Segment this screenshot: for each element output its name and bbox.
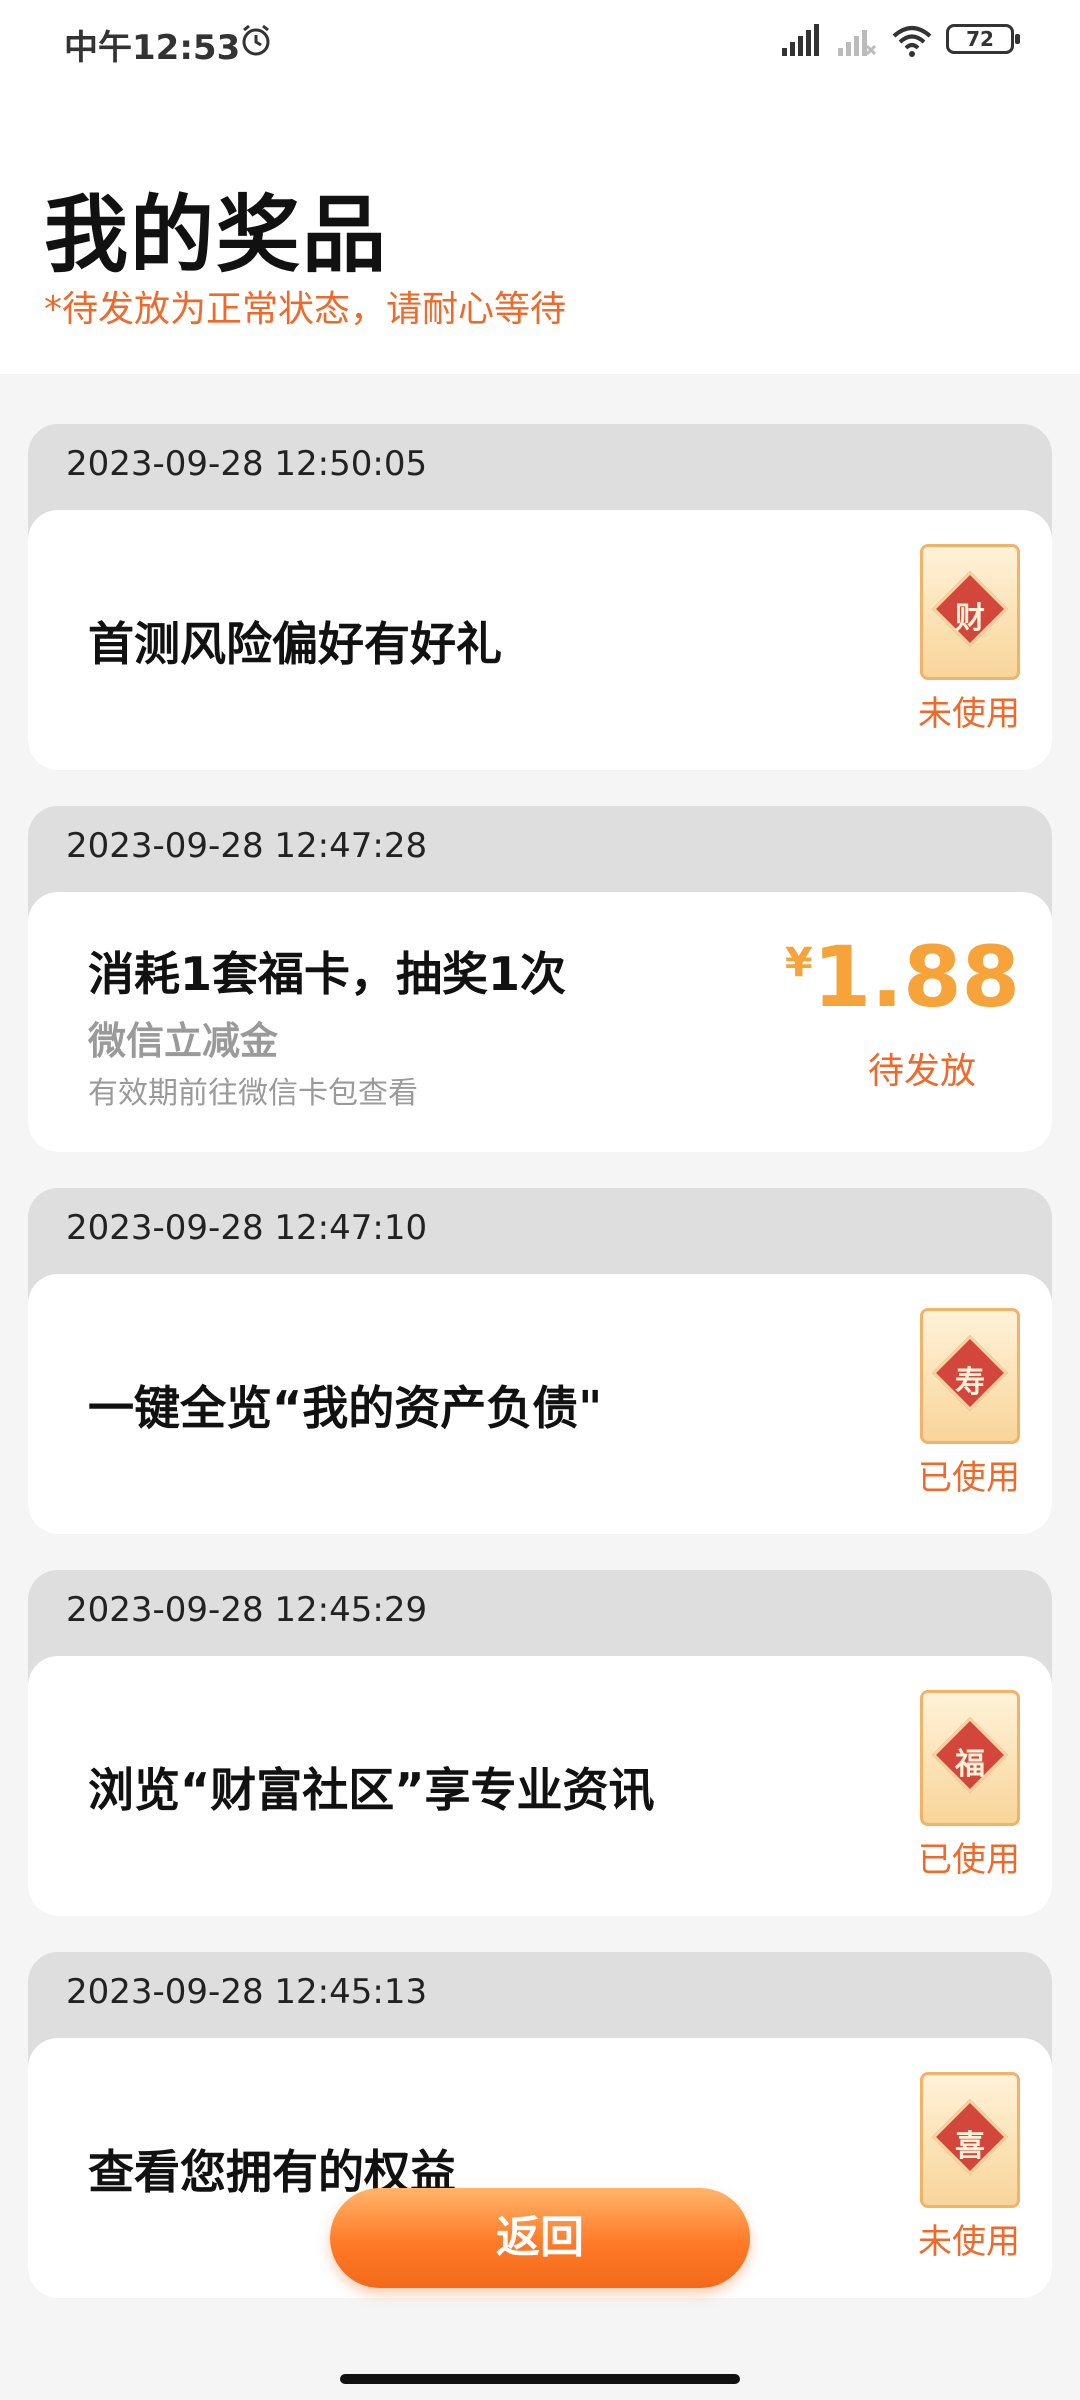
page-header: 我的奖品 *待发放为正常状态，请耐心等待 xyxy=(0,84,1080,374)
prize-title: 首测风险偏好有好礼 xyxy=(88,617,502,671)
prize-card-body[interactable]: 消耗1套福卡，抽奖1次 微信立减金 有效期前往微信卡包查看 ¥1.88 待发放 xyxy=(28,892,1052,1152)
prize-card[interactable]: 2023-09-28 12:47:28 消耗1套福卡，抽奖1次 微信立减金 有效… xyxy=(28,806,1052,1152)
prize-glyph: 寿 xyxy=(955,1365,985,1400)
status-bar: 中午12:53 72 xyxy=(0,0,1080,84)
signal-icon xyxy=(782,24,819,56)
prize-time: 2023-09-28 12:45:29 xyxy=(66,1590,428,1630)
alarm-icon xyxy=(242,24,270,56)
prize-card-body[interactable]: 首测风险偏好有好礼 财 未使用 xyxy=(28,510,1052,770)
prize-title: 一键全览“我的资产负债" xyxy=(88,1381,603,1435)
prize-status: 待发放 xyxy=(867,1051,976,1092)
signal-secondary-icon xyxy=(838,30,877,56)
prize-amount: ¥1.88 xyxy=(785,928,1020,1026)
prize-card-body[interactable]: 一键全览“我的资产负债" 寿 已使用 xyxy=(28,1274,1052,1534)
prize-title: 消耗1套福卡，抽奖1次 xyxy=(88,947,567,1001)
currency-symbol: ¥ xyxy=(784,940,813,986)
page-title: 我的奖品 xyxy=(44,186,389,284)
prize-card[interactable]: 2023-09-28 12:50:05 首测风险偏好有好礼 财 未使用 xyxy=(28,424,1052,770)
prize-time: 2023-09-28 12:47:10 xyxy=(66,1208,428,1248)
wifi-icon xyxy=(892,26,932,57)
prize-status: 未使用 xyxy=(918,694,1020,734)
prize-title: 浏览“财富社区”享专业资讯 xyxy=(88,1763,655,1817)
amount-value: 1.88 xyxy=(812,928,1020,1026)
home-gesture-bar[interactable] xyxy=(340,2374,740,2384)
prize-glyph: 财 xyxy=(955,601,985,636)
prize-card[interactable]: 2023-09-28 12:45:29 浏览“财富社区”享专业资讯 福 已使用 xyxy=(28,1570,1052,1916)
prize-card-image: 福 xyxy=(920,1690,1020,1826)
prize-glyph: 福 xyxy=(955,1747,985,1782)
prize-card-image: 财 xyxy=(920,544,1020,680)
page-subtitle: *待发放为正常状态，请耐心等待 xyxy=(44,289,567,330)
prize-card[interactable]: 2023-09-28 12:47:10 一键全览“我的资产负债" 寿 已使用 xyxy=(28,1188,1052,1534)
prize-note: 有效期前往微信卡包查看 xyxy=(88,1076,418,1111)
prize-status: 未使用 xyxy=(918,2222,1020,2262)
prize-status: 已使用 xyxy=(918,1458,1020,1498)
prize-subtitle: 微信立减金 xyxy=(88,1019,279,1063)
battery-indicator: 72 xyxy=(946,24,1020,54)
prize-time: 2023-09-28 12:50:05 xyxy=(66,444,428,484)
prize-status: 已使用 xyxy=(918,1840,1020,1880)
prize-list: 2023-09-28 12:50:05 首测风险偏好有好礼 财 未使用 2023… xyxy=(28,424,1052,2334)
prize-time: 2023-09-28 12:47:28 xyxy=(66,826,428,866)
prize-glyph: 喜 xyxy=(955,2129,985,2164)
return-button[interactable]: 返回 xyxy=(330,2188,750,2288)
prize-card-image: 喜 xyxy=(920,2072,1020,2208)
prize-card-image: 寿 xyxy=(920,1308,1020,1444)
prize-card-body[interactable]: 浏览“财富社区”享专业资讯 福 已使用 xyxy=(28,1656,1052,1916)
status-time: 中午12:53 xyxy=(64,28,241,68)
prize-time: 2023-09-28 12:45:13 xyxy=(66,1972,428,2012)
